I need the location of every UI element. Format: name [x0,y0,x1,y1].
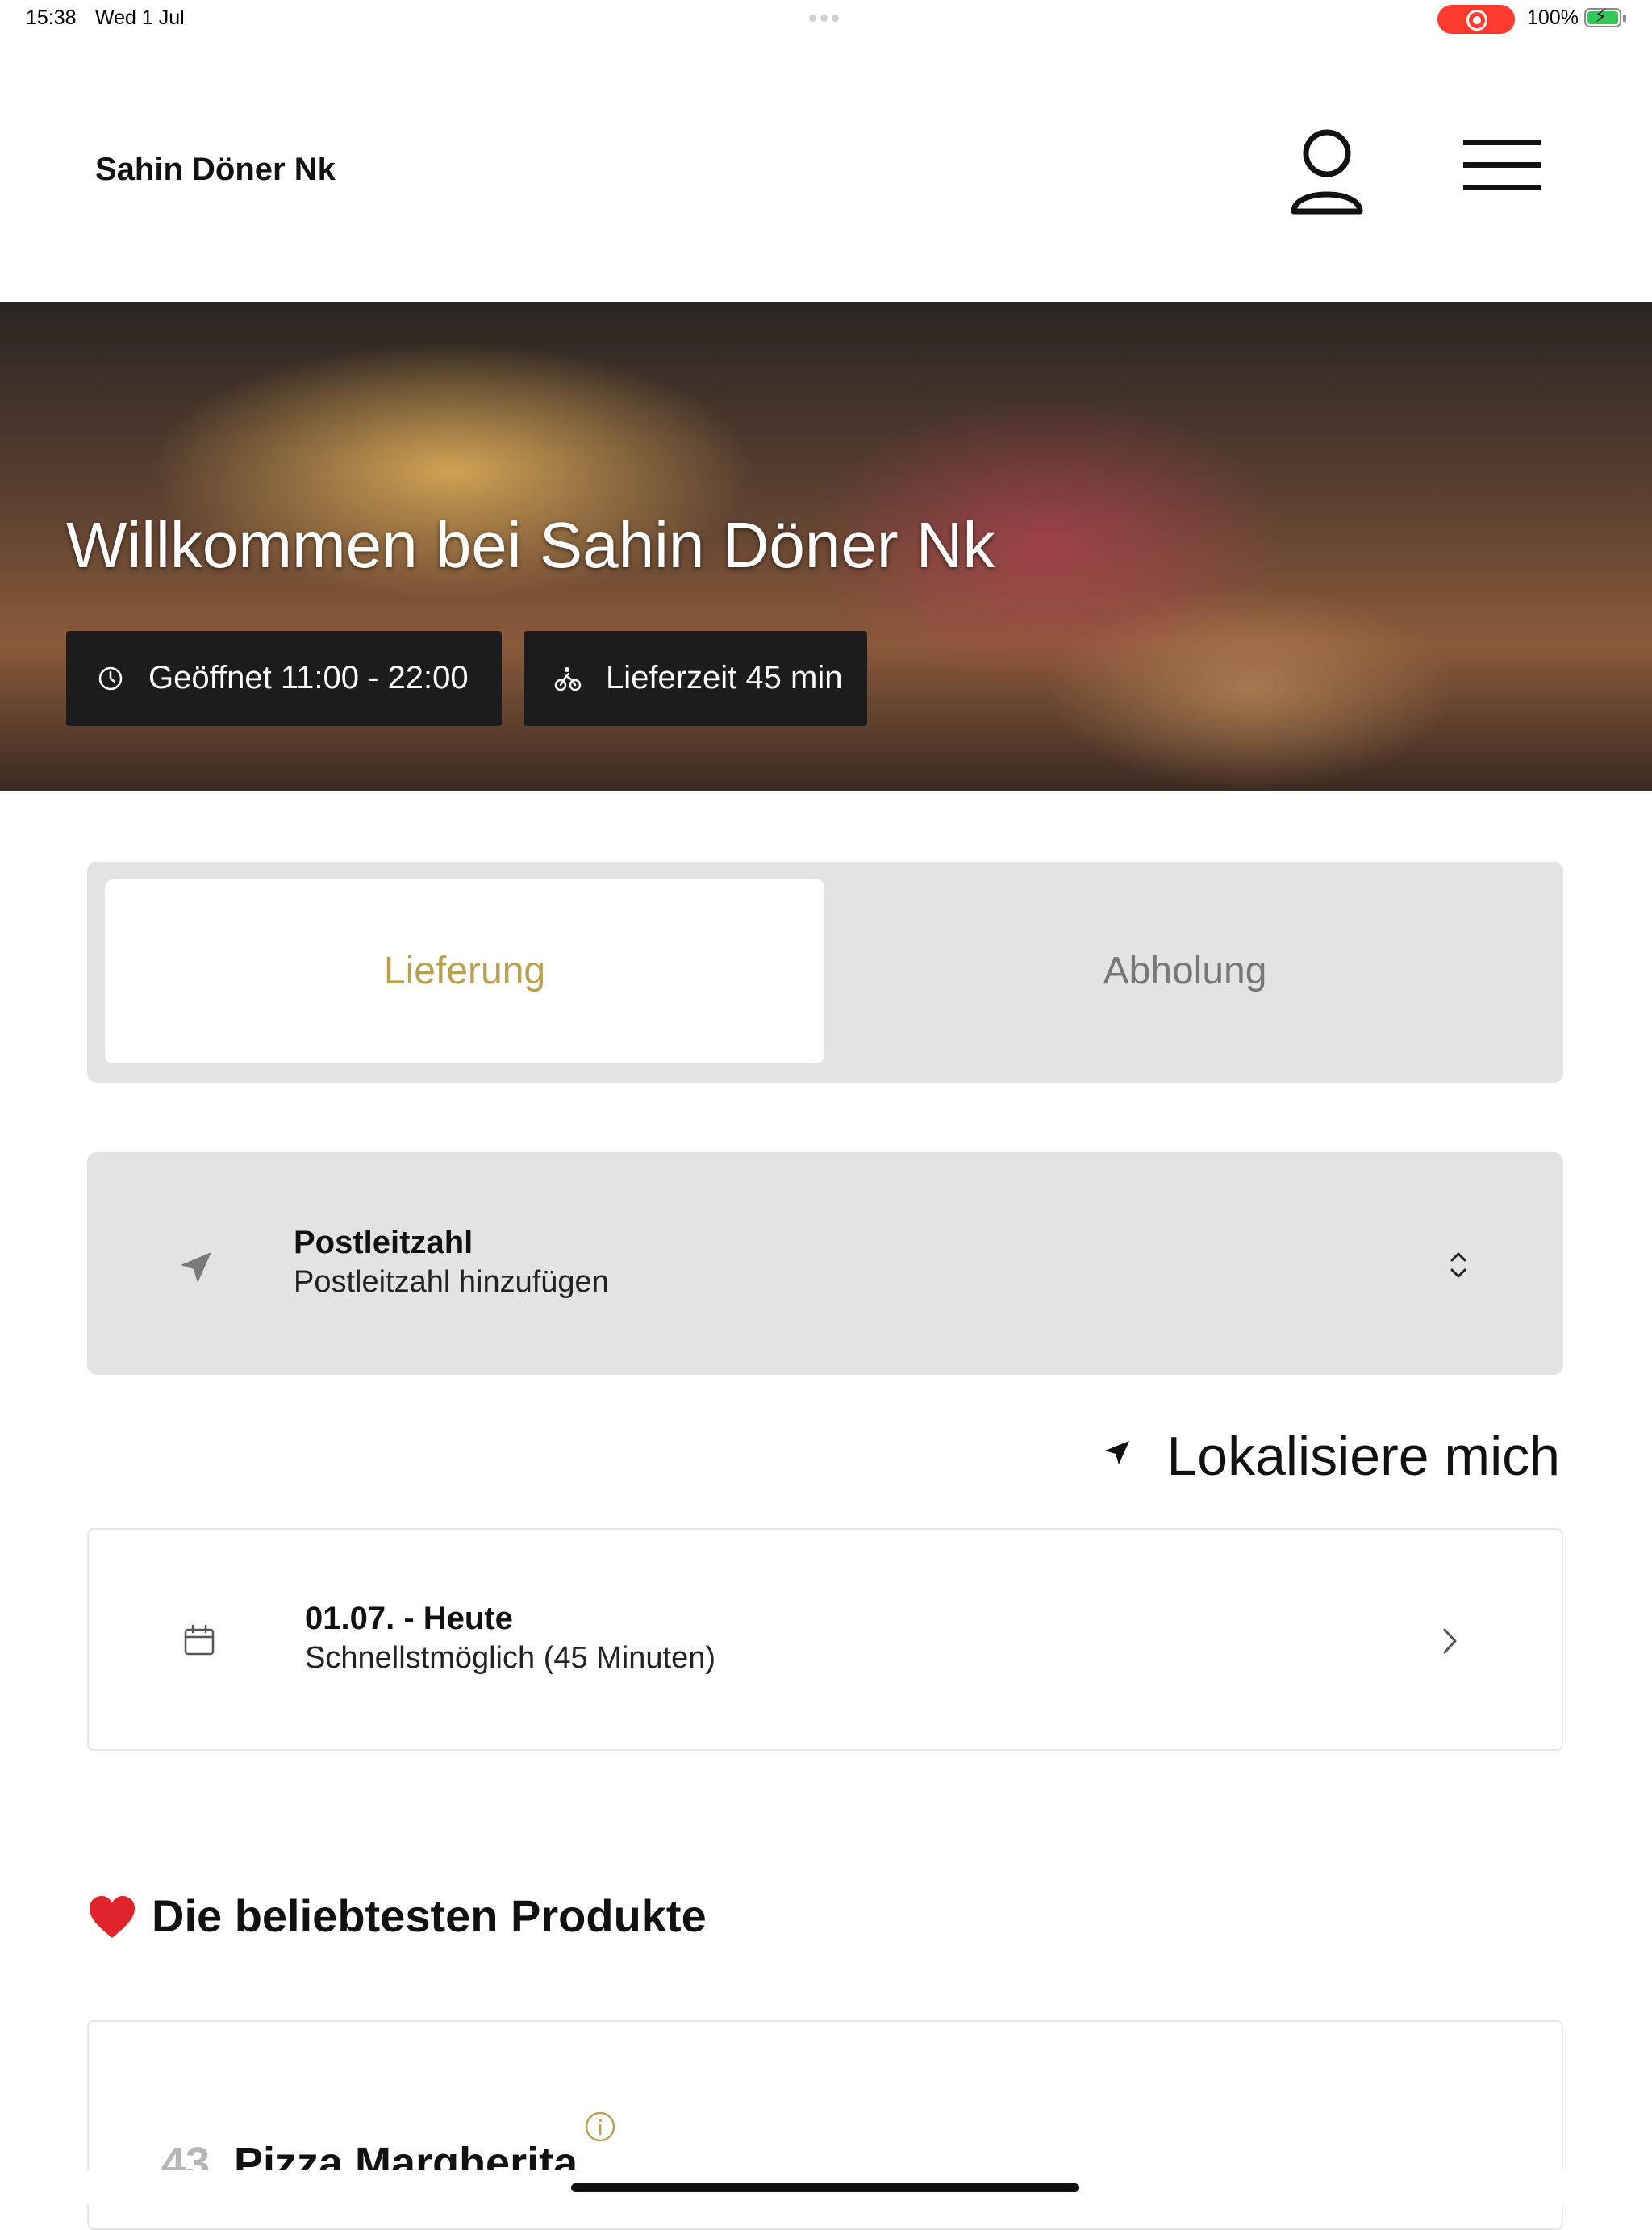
user-icon [1291,129,1363,215]
schedule-time: Schnellstmöglich (45 Minuten) [305,1641,716,1675]
brand-title[interactable]: Sahin Döner Nk [95,152,336,188]
status-time: 15:38 [26,6,77,29]
menu-button[interactable] [1458,133,1547,206]
hero-banner: Willkommen bei Sahin Döner Nk Geöffnet 1… [0,302,1652,791]
home-indicator[interactable] [571,2183,1079,2192]
order-mode-switch: Lieferung Abholung [87,862,1563,1083]
calendar-icon [184,1624,215,1656]
menu-icon-line [1463,162,1541,168]
bike-icon [554,667,582,691]
menu-icon [1463,140,1541,145]
chevron-right-icon [1443,1628,1457,1654]
info-icon[interactable] [584,2111,616,2143]
delivery-time-label: Lieferzeit 45 min [606,660,843,695]
screen-recording-icon [1437,5,1515,34]
battery-icon: ⚡ [1584,7,1621,27]
opening-hours-badge: Geöffnet 11:00 - 22:00 [66,631,502,726]
schedule-date: 01.07. - Heute [305,1601,513,1636]
heart-icon [90,1896,135,1938]
location-arrow-icon [181,1252,211,1283]
battery-tip [1623,15,1626,22]
postal-code-placeholder[interactable]: Postleitzahl hinzufügen [294,1265,609,1300]
multitasking-dots-icon[interactable] [809,11,843,22]
locate-me-label: Lokalisiere mich [1166,1426,1560,1487]
popular-products-heading: Die beliebtesten Produkte [152,1890,707,1941]
chevron-up-down-icon[interactable] [1442,1241,1475,1289]
status-date: Wed 1 Jul [95,6,185,29]
status-bar: 15:38 Wed 1 Jul 100% ⚡ [0,0,1652,39]
clock-icon [98,666,123,691]
delivery-schedule-selector[interactable]: 01.07. - Heute Schnellstmöglich (45 Minu… [87,1528,1563,1751]
account-button[interactable] [1287,123,1366,219]
tab-delivery[interactable]: Lieferung [105,879,824,1063]
location-arrow-icon [1105,1441,1129,1464]
hero-title: Willkommen bei Sahin Döner Nk [66,509,995,581]
postal-code-label: Postleitzahl [294,1225,473,1260]
tab-pickup[interactable]: Abholung [825,879,1545,1063]
menu-icon-line [1463,185,1541,190]
opening-hours-label: Geöffnet 11:00 - 22:00 [148,660,469,695]
battery-percentage: 100% [1527,6,1579,29]
postal-code-field[interactable]: Postleitzahl Postleitzahl hinzufügen [87,1152,1563,1375]
delivery-time-badge: Lieferzeit 45 min [524,631,867,726]
